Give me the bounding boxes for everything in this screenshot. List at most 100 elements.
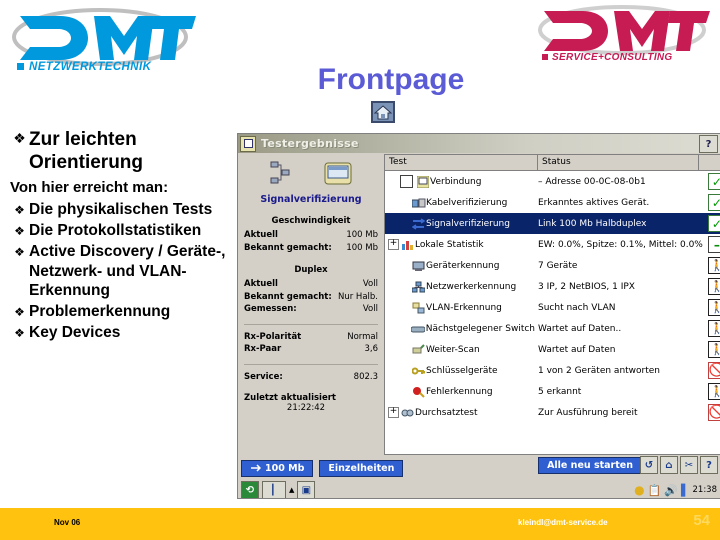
status-running-icon: 🚶 — [708, 320, 720, 337]
table-row[interactable]: Schlüsselgeräte 1 von 2 Geräten antworte… — [385, 360, 720, 381]
battery-icon[interactable]: ▌ — [681, 484, 689, 497]
status-ok-icon: ✓ — [708, 194, 720, 211]
dmt-netzwerktechnik-logo: NETZWERKTECHNIK — [8, 4, 198, 74]
row-status-label: – Adresse 00-0C-08-0b1 — [538, 176, 646, 187]
column-header-icon[interactable] — [699, 155, 720, 170]
testergebnisse-window: Testergebnisse ? Signalverifizierung Ges… — [237, 133, 720, 499]
bullet-marker-icon: ❖ — [14, 245, 25, 259]
info-value: Normal — [347, 331, 378, 342]
section-title-duplex: Duplex — [294, 265, 328, 275]
screen-icon[interactable]: ▣ — [297, 481, 316, 498]
restart-all-button[interactable]: Alle neu starten — [538, 457, 642, 474]
section-title-speed: Geschwindigkeit — [271, 216, 351, 226]
status-running-icon: 🚶 — [708, 383, 720, 400]
home-icon[interactable]: ⌂ — [660, 456, 678, 474]
info-key: Service: — [244, 371, 283, 382]
row-test-label: Verbindung — [430, 176, 482, 187]
refresh-icon[interactable]: ↺ — [640, 456, 658, 474]
window-menu-icon[interactable] — [240, 135, 256, 152]
switch-icon — [411, 324, 426, 334]
status-blocked-icon: 🚫 — [708, 404, 720, 421]
link-icon — [251, 464, 261, 472]
divider — [244, 363, 378, 365]
status-ok-icon: ✓ — [708, 173, 720, 190]
test-results-list: Test Status Verbindung – Adresse 00-0C-0… — [384, 154, 720, 455]
table-row[interactable]: Kabelverifizierung Erkanntes aktives Ger… — [385, 192, 720, 213]
divider — [244, 323, 378, 325]
bullet-marker-icon: ❖ — [14, 304, 25, 319]
row-status-label: Erkanntes aktives Gerät. — [538, 197, 650, 208]
help-cursor-icon[interactable]: ? — [699, 135, 718, 153]
bullet-marker-icon: ❖ — [13, 130, 26, 146]
key-icon — [411, 365, 426, 377]
row-test-label: Durchsatztest — [415, 407, 478, 418]
column-header-test[interactable]: Test — [385, 155, 538, 170]
row-status-label: Sucht nach VLAN — [538, 302, 616, 313]
dmt-service-consulting-logo: SERVICE+CONSULTING — [534, 2, 714, 64]
svg-text:SERVICE+CONSULTING: SERVICE+CONSULTING — [552, 52, 673, 63]
row-test-label: Geräterkennung — [426, 260, 500, 271]
info-value: Voll — [362, 304, 378, 314]
tools-icon[interactable]: ✂ — [680, 456, 698, 474]
table-row[interactable]: Geräterkennung 7 Geräte 🚶 — [385, 255, 720, 276]
table-row[interactable]: Fehlerkennung 5 erkannt 🚶 — [385, 381, 720, 402]
row-status-label: 7 Geräte — [538, 260, 578, 271]
tree-expander[interactable]: + — [387, 239, 400, 250]
throughput-icon — [400, 407, 415, 419]
info-row: Bekannt gemacht: Nur Halb. — [242, 291, 380, 304]
bullet-list: ❖ Zur leichten Orientierung Von hier err… — [10, 128, 238, 344]
last-updated-time: 21:22:42 — [286, 403, 326, 413]
table-row[interactable]: Signalverifizierung Link 100 Mb Halbdupl… — [385, 213, 720, 234]
link-speed-button[interactable]: 100 Mb — [241, 460, 314, 477]
bullet-text: Zur leichten Orientierung — [29, 129, 144, 173]
row-test-label: Netzwerkerkennung — [426, 281, 517, 292]
back-icon[interactable]: ⟲ — [241, 481, 259, 498]
table-row[interactable]: Verbindung – Adresse 00-0C-08-0b1 ✓ — [385, 171, 720, 192]
sub-bullet-text: Key Devices — [29, 323, 121, 341]
info-value: 100 Mb — [346, 230, 378, 240]
table-row[interactable]: + Durchsatztest Zur Ausführung bereit 🚫 — [385, 402, 720, 423]
row-checkbox[interactable] — [400, 175, 413, 188]
problem-icon — [411, 386, 426, 398]
table-row[interactable]: VLAN-Erkennung Sucht nach VLAN 🚶 — [385, 297, 720, 318]
clock-label: 21:38 — [692, 485, 718, 495]
window-title: Testergebnisse — [261, 137, 359, 150]
row-test-label: Weiter-Scan — [426, 344, 480, 355]
brightness-icon[interactable]: ● — [634, 483, 644, 497]
speaker-icon[interactable]: 🔊 — [664, 484, 678, 497]
row-test-label: Schlüsselgeräte — [426, 365, 498, 376]
window-titlebar: Testergebnisse ? — [238, 134, 720, 153]
details-label: Einzelheiten — [328, 463, 395, 474]
row-test-label: Fehlerkennung — [426, 386, 493, 397]
table-row[interactable]: + Lokale Statistik EW: 0.0%, Spitze: 0.1… — [385, 234, 720, 255]
keyboard-icon[interactable]: ⎜ — [262, 481, 286, 498]
lead-in-text: Von hier erreicht man: — [10, 179, 169, 196]
topology-icon — [270, 161, 289, 184]
row-test-label: Nächstgelegener Switch — [425, 323, 535, 334]
bullet-marker-icon: ❖ — [14, 325, 25, 340]
info-value: Nur Halb. — [337, 291, 378, 302]
tree-expander[interactable]: + — [387, 407, 400, 418]
column-header-status[interactable]: Status — [538, 155, 699, 170]
svg-text:NETZWERKTECHNIK: NETZWERKTECHNIK — [29, 61, 152, 73]
bullet-marker-icon: ❖ — [14, 224, 25, 238]
sub-bullet-text: Die Protokollstatistiken — [29, 222, 202, 239]
window-button-bar: 100 Mb Einzelheiten Alle neu starten ↺ ⌂… — [238, 455, 720, 482]
table-row[interactable]: Nächstgelegener Switch Wartet auf Daten.… — [385, 318, 720, 339]
home-icon[interactable] — [371, 101, 395, 123]
table-row[interactable]: Netzwerkerkennung 3 IP, 2 NetBIOS, 1 IPX… — [385, 276, 720, 297]
page-number: 54 — [693, 512, 710, 529]
help-icon[interactable]: ? — [700, 456, 718, 474]
footer-email: kleindl@dmt-service.de — [518, 518, 608, 527]
status-idle-icon: – — [708, 236, 720, 253]
table-row[interactable]: Weiter-Scan Wartet auf Daten 🚶 — [385, 339, 720, 360]
info-value: Voll — [362, 279, 378, 289]
clipboard-icon[interactable]: 📋 — [648, 484, 662, 497]
list-header: Test Status — [385, 155, 720, 171]
window-tool-icons: ↺ ⌂ ✂ ? — [640, 456, 718, 474]
tester-device-icon — [324, 162, 351, 185]
signal-info-pane: Signalverifizierung Geschwindigkeit Aktu… — [238, 153, 384, 455]
chevron-up-icon[interactable]: ▲ — [289, 486, 294, 494]
sub-bullet-item: ❖ Problemerkennung — [10, 302, 238, 322]
details-button[interactable]: Einzelheiten — [319, 460, 404, 477]
